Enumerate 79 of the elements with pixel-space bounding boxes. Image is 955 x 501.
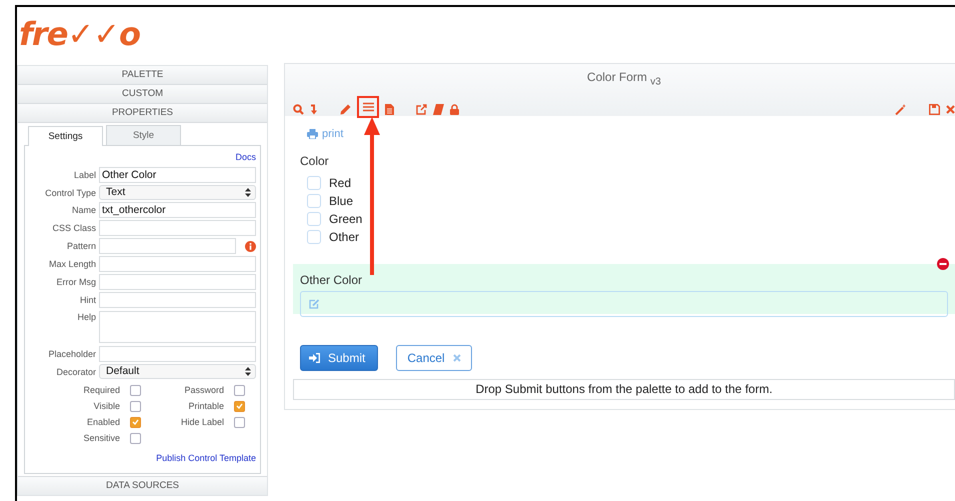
field-label: Decorator — [55, 366, 96, 376]
input-field[interactable]: txt_othercolor — [99, 202, 256, 218]
info-icon[interactable] — [245, 240, 256, 252]
logo: fre✓✓o — [19, 14, 139, 55]
field-label: Name — [70, 205, 96, 215]
control-label: Other Color — [300, 273, 362, 287]
select-field[interactable]: Default — [99, 364, 256, 379]
drop-zone-message: Drop Submit buttons from the palette to add to the form. — [293, 379, 955, 400]
checkbox[interactable] — [234, 416, 245, 428]
field-label: Help — [76, 312, 96, 322]
checkbox[interactable] — [307, 230, 321, 244]
lock-icon[interactable] — [450, 104, 459, 114]
checkbox[interactable] — [130, 400, 141, 412]
checkbox[interactable] — [130, 432, 141, 444]
input-field[interactable] — [99, 292, 256, 308]
edit-icon — [309, 299, 320, 309]
field-label: Placeholder — [47, 349, 96, 359]
close-icon — [452, 354, 461, 362]
submit-button[interactable]: Submit — [300, 345, 378, 371]
checkbox[interactable] — [307, 194, 321, 208]
field-label: Pattern — [66, 241, 96, 251]
input-field[interactable] — [300, 291, 948, 317]
field-label: Hint — [78, 295, 96, 305]
rules-button[interactable] — [357, 96, 379, 118]
form-title: Color Form $_{v3}$ — [586, 69, 662, 84]
input-field[interactable]: Other Color — [99, 167, 256, 183]
updown-icon — [245, 188, 251, 197]
checkbox-label: Sensitive — [83, 433, 120, 443]
checkbox-label: Other — [329, 230, 360, 244]
checkbox-label: Enabled — [86, 417, 120, 427]
tab[interactable]: Settings — [28, 126, 103, 146]
textarea-field[interactable] — [99, 311, 256, 343]
cancel-button[interactable]: Cancel — [396, 345, 472, 371]
sign-in-icon — [309, 353, 320, 363]
field-label: Error Msg — [55, 277, 96, 287]
updown-icon — [245, 367, 251, 376]
input-field[interactable] — [99, 238, 236, 254]
field-label: Label — [72, 170, 96, 180]
accordion-header[interactable]: PALETTE — [18, 66, 267, 85]
printer-icon — [307, 129, 318, 139]
document-icon[interactable] — [385, 104, 394, 114]
checkbox-label: Password — [184, 385, 224, 395]
selected-control[interactable]: Other Color — [293, 264, 955, 314]
menu-icon — [362, 102, 374, 112]
accordion-header[interactable]: CUSTOM — [18, 85, 267, 104]
checkbox-label: Red — [329, 176, 352, 190]
docs-link[interactable]: Docs — [235, 152, 256, 162]
publish-template-link[interactable]: Publish Control Template — [156, 453, 256, 463]
checkbox[interactable] — [307, 212, 321, 226]
input-field[interactable] — [99, 220, 256, 236]
tab[interactable]: Style — [106, 125, 181, 145]
checkbox[interactable] — [234, 384, 245, 396]
checkbox-label: Hide Label — [180, 417, 224, 427]
save-icon[interactable] — [929, 104, 940, 114]
checkbox-label: Green — [329, 212, 362, 226]
pencil-icon[interactable] — [340, 104, 351, 114]
input-field[interactable] — [99, 256, 256, 272]
checkbox[interactable] — [234, 400, 245, 412]
accordion-header[interactable]: PROPERTIES — [18, 104, 267, 123]
checkbox-label: Blue — [329, 194, 354, 208]
checkbox[interactable] — [130, 416, 141, 428]
checkbox-label: Printable — [188, 401, 224, 411]
magic-wand-icon[interactable] — [895, 104, 907, 114]
checkbox-label: Required — [83, 385, 120, 395]
checkbox-label: Visible — [94, 401, 120, 411]
field-label: CSS Class — [51, 223, 96, 233]
accordion-header[interactable]: DATA SOURCES — [18, 476, 267, 495]
input-field[interactable] — [99, 346, 256, 362]
close-icon[interactable] — [946, 104, 955, 114]
select-field[interactable]: Text — [99, 185, 256, 200]
search-icon[interactable] — [293, 104, 304, 114]
checkbox[interactable] — [307, 176, 321, 190]
input-field[interactable] — [99, 274, 256, 290]
field-label: Control Type — [44, 188, 96, 198]
checkbox[interactable] — [130, 384, 141, 396]
arrow-down-icon[interactable] — [310, 104, 318, 114]
control-label: Color — [300, 154, 330, 168]
field-label: Max Length — [48, 259, 96, 269]
external-link-icon[interactable] — [416, 104, 427, 114]
